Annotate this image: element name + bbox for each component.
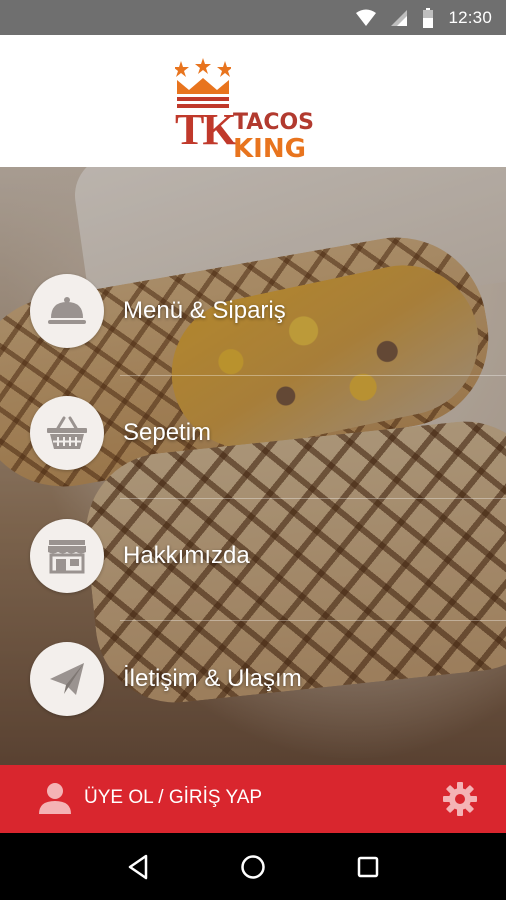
gear-icon bbox=[443, 782, 477, 816]
recents-icon bbox=[358, 856, 379, 877]
wifi-icon bbox=[356, 9, 377, 26]
menu-item-icon-circle bbox=[30, 519, 104, 593]
menu-item-label: İletişim & Ulaşım bbox=[123, 665, 302, 692]
paper-plane-icon bbox=[50, 663, 84, 695]
user-icon bbox=[39, 783, 71, 814]
menu-divider bbox=[120, 620, 506, 621]
login-register-button[interactable]: ÜYE OL / GİRİŞ YAP bbox=[38, 781, 262, 815]
menu-item-order[interactable]: Menü & Sipariş bbox=[0, 271, 506, 351]
crown-icon bbox=[175, 58, 231, 108]
app-header: TK TACOS KING bbox=[0, 35, 506, 167]
settings-button[interactable] bbox=[442, 781, 478, 817]
tacos-king-logo: TK TACOS KING bbox=[173, 46, 333, 162]
home-icon bbox=[241, 854, 265, 879]
menu-item-icon-circle bbox=[30, 642, 104, 716]
home-button[interactable] bbox=[235, 849, 271, 885]
status-bar: 12:30 bbox=[0, 0, 506, 35]
menu-divider bbox=[120, 375, 506, 376]
login-register-label: ÜYE OL / GİRİŞ YAP bbox=[84, 787, 263, 808]
menu-item-label: Hakkımızda bbox=[123, 542, 250, 569]
menu-item-icon-circle bbox=[30, 396, 104, 470]
back-icon bbox=[128, 854, 147, 879]
signal-icon bbox=[391, 9, 408, 26]
menu-item-about[interactable]: Hakkımızda bbox=[0, 516, 506, 596]
menu-item-icon-circle bbox=[30, 274, 104, 348]
menu-item-contact[interactable]: İletişim & Ulaşım bbox=[0, 639, 506, 719]
logo-monogram: TK bbox=[175, 105, 237, 154]
logo-line-2: KING bbox=[233, 134, 306, 164]
menu-item-cart[interactable]: Sepetim bbox=[0, 393, 506, 473]
storefront-icon bbox=[48, 540, 86, 574]
menu-divider bbox=[120, 498, 506, 499]
bottom-action-bar: ÜYE OL / GİRİŞ YAP bbox=[0, 765, 506, 833]
basket-icon bbox=[47, 416, 87, 449]
back-button[interactable] bbox=[120, 849, 156, 885]
battery-icon bbox=[423, 7, 434, 28]
recents-button[interactable] bbox=[350, 849, 386, 885]
cloche-icon bbox=[48, 297, 86, 324]
hero-background: Menü & Sipariş Sepetim Hakkımızda İletiş… bbox=[0, 167, 506, 765]
menu-item-label: Sepetim bbox=[123, 419, 212, 446]
menu-item-label: Menü & Sipariş bbox=[123, 297, 286, 324]
logo-line-1: TACOS bbox=[233, 110, 315, 135]
status-time: 12:30 bbox=[448, 7, 492, 27]
system-nav-bar bbox=[0, 833, 506, 900]
